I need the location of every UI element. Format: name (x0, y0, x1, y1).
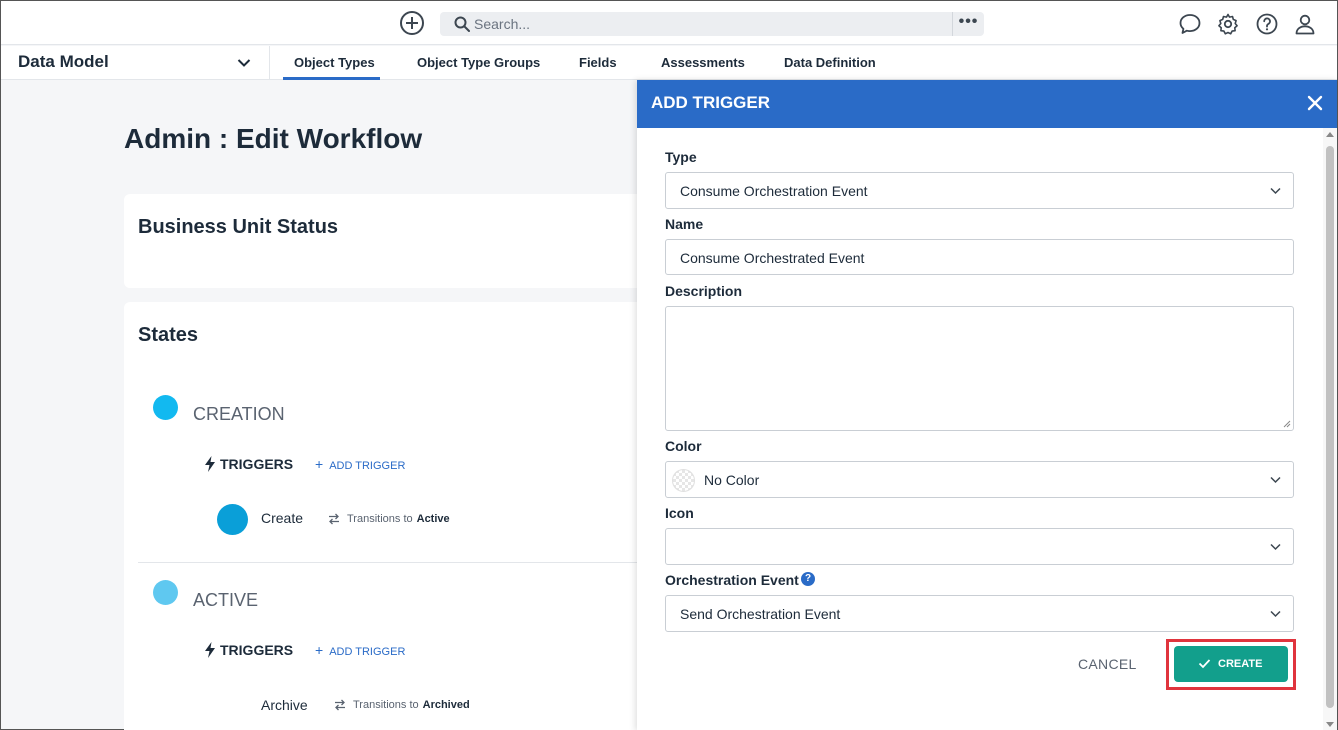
description-textarea[interactable] (665, 306, 1294, 431)
panel-scrollbar[interactable] (1323, 128, 1337, 730)
close-icon[interactable] (1306, 94, 1324, 112)
tab-data-definition[interactable]: Data Definition (784, 55, 876, 70)
search-bar[interactable]: ••• (440, 12, 984, 36)
color-swatch (672, 469, 695, 492)
type-label: Type (665, 149, 697, 165)
states-title: States (138, 324, 199, 346)
chat-icon[interactable] (1178, 12, 1202, 36)
transition-target: Active (416, 513, 450, 525)
tab-object-types[interactable]: Object Types (294, 55, 375, 70)
transition-info: Transitions to Active (347, 513, 450, 525)
create-button[interactable]: CREATE (1174, 646, 1288, 682)
chevron-down-icon (237, 59, 251, 67)
transition-text: Transitions to (347, 513, 413, 525)
search-icon (454, 16, 470, 32)
color-value: No Color (704, 472, 760, 488)
color-label: Color (665, 438, 702, 454)
add-trigger-panel: ADD TRIGGER Type Consume Orchestration E… (637, 80, 1337, 730)
check-icon (1198, 659, 1211, 669)
help-circle-icon[interactable] (1255, 12, 1279, 36)
search-input[interactable] (474, 12, 944, 36)
state-name-active: ACTIVE (193, 590, 259, 610)
add-trigger-label: ADD TRIGGER (329, 646, 406, 658)
chevron-down-icon (1270, 476, 1281, 484)
workflow-name: Business Unit Status (138, 216, 339, 238)
chevron-down-icon (1270, 187, 1281, 195)
panel-header: ADD TRIGGER (637, 80, 1337, 128)
chevron-down-icon (1270, 543, 1281, 551)
state-divider (138, 562, 648, 563)
triggers-label: TRIGGERS (220, 456, 294, 472)
help-icon[interactable]: ? (801, 572, 815, 586)
triggers-label: TRIGGERS (220, 642, 294, 658)
icon-label: Icon (665, 505, 694, 521)
workflow-name-card: Business Unit Status (124, 194, 664, 288)
scroll-down-icon[interactable] (1326, 722, 1334, 727)
swap-arrows-icon (335, 699, 345, 711)
type-value: Consume Orchestration Event (680, 183, 868, 199)
orchestration-event-value: Send Orchestration Event (680, 606, 841, 622)
state-color-dot (153, 580, 178, 605)
add-trigger-link-active[interactable]: + ADD TRIGGER (315, 642, 405, 658)
trigger-color-dot (217, 504, 248, 535)
tab-fields[interactable]: Fields (579, 55, 617, 70)
create-button-label: CREATE (1218, 658, 1263, 670)
icon-select[interactable] (665, 528, 1294, 565)
name-label: Name (665, 216, 704, 232)
orchestration-event-select[interactable]: Send Orchestration Event (665, 595, 1294, 632)
lightning-bolt-icon (205, 642, 215, 658)
tab-object-type-groups[interactable]: Object Type Groups (417, 55, 540, 70)
state-name-creation: CREATION (193, 404, 285, 424)
description-label: Description (665, 283, 743, 299)
tab-assessments[interactable]: Assessments (661, 55, 745, 70)
plus-icon: + (315, 642, 324, 658)
add-circle-icon[interactable] (400, 11, 424, 35)
panel-title: ADD TRIGGER (651, 93, 770, 112)
scroll-up-icon[interactable] (1326, 132, 1334, 137)
state-color-dot (153, 395, 178, 420)
transition-target: Archived (422, 699, 470, 711)
transition-text: Transitions to (353, 699, 419, 711)
chevron-down-icon (1270, 610, 1281, 618)
module-selector[interactable]: Data Model (1, 46, 270, 80)
trigger-name-create[interactable]: Create (261, 510, 303, 526)
transition-info: Transitions to Archived (353, 699, 470, 711)
cancel-button[interactable]: CANCEL (1078, 656, 1137, 672)
gear-icon[interactable] (1216, 12, 1240, 36)
swap-arrows-icon (329, 513, 339, 525)
orchestration-event-label: Orchestration Event (665, 572, 799, 588)
lightning-bolt-icon (205, 456, 215, 472)
scroll-thumb[interactable] (1326, 146, 1334, 708)
name-input[interactable]: Consume Orchestrated Event (665, 239, 1294, 275)
top-bar: ••• (1, 1, 1337, 45)
add-trigger-link-creation[interactable]: + ADD TRIGGER (315, 456, 405, 472)
sub-navigation: Data Model Object Types Object Type Grou… (1, 46, 1337, 80)
page-title: Admin : Edit Workflow (124, 123, 423, 154)
search-more-button[interactable]: ••• (952, 12, 984, 36)
resize-grip-icon[interactable] (1283, 420, 1291, 428)
trigger-name-archive[interactable]: Archive (261, 697, 308, 713)
plus-icon: + (315, 456, 324, 472)
user-icon[interactable] (1293, 12, 1317, 36)
color-select[interactable]: No Color (665, 461, 1294, 498)
name-value: Consume Orchestrated Event (680, 250, 865, 266)
add-trigger-label: ADD TRIGGER (329, 460, 406, 472)
type-select[interactable]: Consume Orchestration Event (665, 172, 1294, 209)
active-tab-indicator (283, 77, 380, 80)
module-label: Data Model (18, 52, 109, 71)
